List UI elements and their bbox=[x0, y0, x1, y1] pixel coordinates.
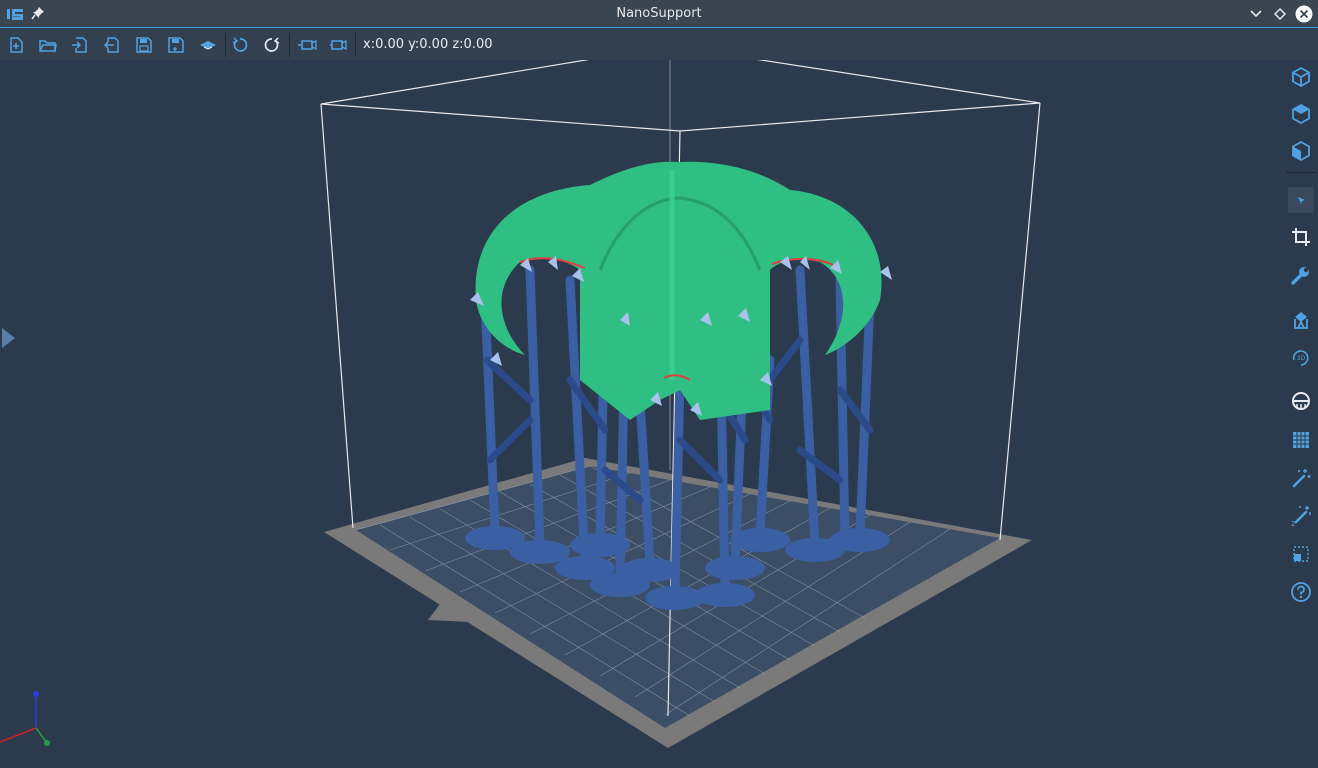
folder-open-icon bbox=[39, 40, 57, 52]
undo-button[interactable] bbox=[230, 35, 250, 55]
right-toolbar: 3D 2 bbox=[1284, 60, 1318, 620]
window-title: NanoSupport bbox=[616, 6, 702, 21]
support-tool-icon bbox=[1294, 312, 1308, 329]
export-icon bbox=[103, 37, 119, 53]
crop-button[interactable] bbox=[1288, 224, 1314, 250]
save-as-icon bbox=[168, 37, 184, 53]
support-tool-button[interactable] bbox=[1288, 307, 1314, 333]
help-icon bbox=[1291, 582, 1311, 602]
select-area-icon bbox=[1293, 546, 1309, 562]
camera-left-button[interactable] bbox=[297, 35, 317, 55]
redo-button[interactable] bbox=[262, 35, 282, 55]
cursor-coordinates: x:0.00 y:0.00 z:0.00 bbox=[363, 37, 493, 52]
select-button[interactable] bbox=[1288, 187, 1314, 213]
view-front-button[interactable] bbox=[1288, 138, 1314, 164]
save-as-button[interactable] bbox=[166, 35, 186, 55]
import-icon bbox=[72, 37, 87, 53]
magic-wand-icon bbox=[1292, 469, 1311, 488]
axis-gizmo bbox=[0, 691, 50, 746]
cube-iso-icon bbox=[1292, 66, 1310, 88]
maximize-icon[interactable] bbox=[1272, 6, 1288, 22]
toolbar-separator bbox=[289, 33, 290, 57]
magic-wand-2-icon: 2 bbox=[1291, 506, 1311, 527]
open-project-button[interactable] bbox=[38, 35, 58, 55]
crop-icon bbox=[1292, 228, 1310, 246]
close-icon[interactable] bbox=[1295, 5, 1313, 23]
svg-text:3D: 3D bbox=[1297, 355, 1306, 362]
camera-right-icon bbox=[330, 39, 347, 51]
help-button[interactable] bbox=[1288, 579, 1314, 605]
title-bar: NanoSupport bbox=[0, 0, 1318, 28]
grid-icon bbox=[1293, 432, 1309, 448]
wrench-icon bbox=[1291, 267, 1309, 285]
new-project-button[interactable] bbox=[6, 35, 26, 55]
fit-select-button[interactable] bbox=[1288, 541, 1314, 567]
z-axis-tip bbox=[33, 691, 39, 697]
x-axis bbox=[0, 727, 37, 743]
import-model-button[interactable] bbox=[70, 35, 90, 55]
rotate-3d-icon: 3D bbox=[1292, 350, 1309, 366]
view-top-button[interactable] bbox=[1288, 101, 1314, 127]
camera-left-icon bbox=[298, 39, 317, 51]
hollow-button[interactable] bbox=[1288, 388, 1314, 414]
cube-front-icon bbox=[1292, 140, 1310, 162]
toolbar-separator bbox=[225, 33, 226, 57]
view-iso-button[interactable] bbox=[1288, 64, 1314, 90]
rotate-3d-button[interactable]: 3D bbox=[1288, 345, 1314, 371]
auto-support-2-button[interactable]: 2 bbox=[1288, 503, 1314, 529]
undo-icon bbox=[232, 37, 248, 52]
auto-support-button[interactable] bbox=[1288, 465, 1314, 491]
slice-button[interactable] bbox=[198, 35, 218, 55]
slice-icon bbox=[200, 41, 216, 50]
new-project-icon bbox=[10, 37, 23, 53]
toolbar-separator bbox=[355, 33, 356, 57]
save-icon bbox=[136, 37, 152, 53]
cube-top-icon bbox=[1292, 103, 1310, 125]
3d-viewport[interactable] bbox=[0, 60, 1318, 768]
grid-button[interactable] bbox=[1288, 427, 1314, 453]
hollow-icon bbox=[1292, 392, 1310, 410]
export-model-button[interactable] bbox=[102, 35, 122, 55]
main-toolbar: x:0.00 y:0.00 z:0.00 bbox=[0, 29, 1318, 60]
minimize-icon[interactable] bbox=[1248, 6, 1264, 22]
camera-right-button[interactable] bbox=[329, 35, 349, 55]
save-button[interactable] bbox=[134, 35, 154, 55]
redo-icon bbox=[264, 37, 280, 52]
cursor-icon bbox=[1298, 197, 1305, 204]
wrench-button[interactable] bbox=[1288, 263, 1314, 289]
y-axis-tip bbox=[44, 740, 50, 746]
toolbar-separator bbox=[1286, 172, 1316, 173]
expand-panel-icon[interactable] bbox=[0, 326, 16, 350]
svg-text:2: 2 bbox=[1291, 520, 1295, 527]
